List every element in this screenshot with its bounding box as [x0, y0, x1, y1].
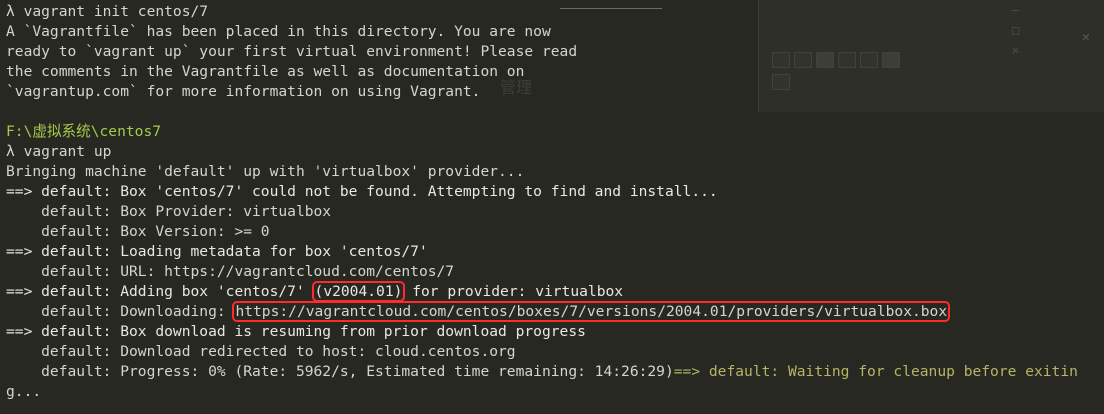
output-line: default: URL: https://vagrantcloud.com/c… — [6, 263, 455, 280]
waiting-text: ==> default: Waiting for cleanup before … — [673, 363, 1078, 380]
output-line: ready to `vagrant up` your first virtual… — [6, 43, 578, 60]
output-line: the comments in the Vagrantfile as well … — [6, 63, 525, 80]
output-line: `vagrantup.com` for more information on … — [6, 83, 481, 100]
terminal-output: λ vagrant init centos/7 A `Vagrantfile` … — [6, 2, 1078, 402]
adding-box-line: ==> default: Adding box 'centos/7' (v200… — [6, 281, 1078, 302]
output-line: A `Vagrantfile` has been placed in this … — [6, 23, 551, 40]
close-icon: ✕ — [1082, 30, 1090, 45]
downloading-prefix: default: Downloading: — [6, 303, 235, 320]
output-line: ==> default: Loading metadata for box 'c… — [6, 243, 428, 260]
command-line: λ vagrant up — [6, 143, 112, 160]
version-highlight: (v2004.01) — [311, 281, 406, 302]
command-line: λ vagrant init centos/7 — [6, 3, 209, 20]
adding-box-prefix: ==> default: Adding box 'centos/7' — [6, 283, 314, 300]
terminal-window[interactable]: — □ ✕ ✕ 管理 λ vagrant init centos/7 A `Va… — [0, 0, 1104, 414]
progress-line: default: Progress: 0% (Rate: 5962/s, Est… — [6, 362, 1078, 382]
prompt-path: F:\虚拟系统\centos7 — [6, 123, 162, 140]
wrapped-line: g... — [6, 383, 42, 400]
output-line: default: Download redirected to host: cl… — [6, 343, 516, 360]
download-url-highlight[interactable]: https://vagrantcloud.com/centos/boxes/7/… — [232, 301, 951, 322]
output-line: default: Box Provider: virtualbox — [6, 203, 332, 220]
output-line: ==> default: Box download is resuming fr… — [6, 323, 586, 340]
output-line: default: Box Version: >= 0 — [6, 223, 270, 240]
adding-box-suffix: for provider: virtualbox — [403, 283, 624, 300]
output-line: ==> default: Box 'centos/7' could not be… — [6, 183, 718, 200]
downloading-line: default: Downloading: https://vagrantclo… — [6, 301, 1078, 322]
progress-text: default: Progress: 0% (Rate: 5962/s, Est… — [6, 363, 674, 380]
output-line: Bringing machine 'default' up with 'virt… — [6, 163, 525, 180]
